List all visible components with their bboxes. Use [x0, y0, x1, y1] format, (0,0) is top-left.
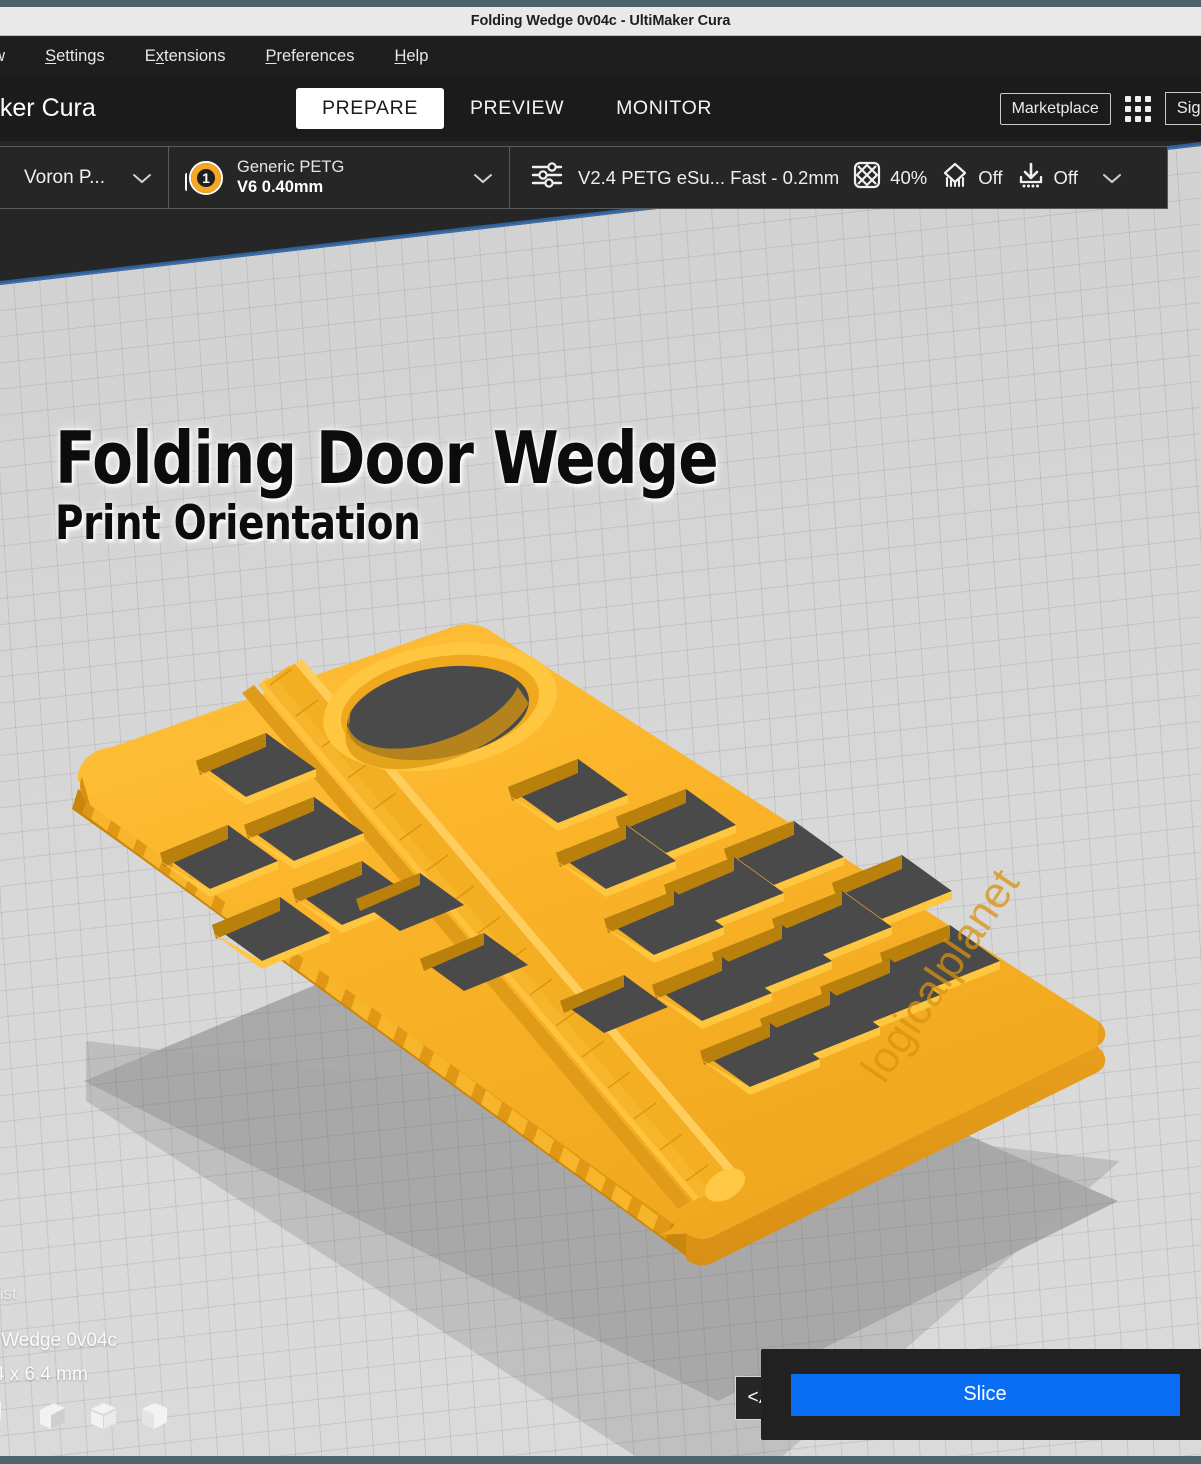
bottom-accent-strip	[0, 1456, 1201, 1464]
infill-value: 40%	[890, 166, 928, 188]
object-list-header: ct list	[0, 1284, 17, 1303]
nozzle-size: V6 0.40mm	[237, 178, 324, 196]
window-titlebar: Folding Wedge 0v04c - UltiMaker Cura	[0, 7, 1201, 36]
application-header: aker Cura PREPARE PREVIEW MONITOR Market…	[0, 76, 1201, 141]
build-plate-viewport[interactable]: logicalplanet Folding Door Wedge Print O…	[0, 141, 1201, 1464]
tab-preview[interactable]: PREVIEW	[444, 88, 590, 129]
extruder-1-icon: 1	[185, 160, 223, 195]
top-accent-strip	[0, 0, 1201, 7]
menu-item-preferences[interactable]: Preferences	[265, 43, 354, 70]
window-title: Folding Wedge 0v04c - UltiMaker Cura	[470, 13, 731, 29]
printer-selector[interactable]: Voron P...	[0, 146, 169, 209]
tab-preview-label: PREVIEW	[469, 97, 565, 119]
action-panel: Slice	[761, 1349, 1201, 1440]
print-settings-selector[interactable]: V2.4 PETG eSu... Fast - 0.2mm 40% Off Of…	[509, 146, 1168, 209]
support-value: Off	[978, 166, 1003, 188]
menu-item-help-label: Help	[394, 46, 429, 65]
apps-grid-icon[interactable]	[1124, 95, 1151, 122]
chevron-down-icon-material	[473, 172, 493, 184]
infill-metric: 40%	[853, 161, 927, 194]
chevron-down-icon-profile	[1102, 172, 1122, 184]
object-list-item-name[interactable]: ding Wedge 0v04c	[0, 1330, 117, 1352]
material-info: 1 Generic PETG V6 0.40mm	[185, 158, 344, 197]
cube-view-icon-1[interactable]	[35, 1399, 69, 1438]
menu-item-help[interactable]: Help	[394, 43, 428, 70]
tab-monitor[interactable]: MONITOR	[590, 88, 738, 129]
cube-view-icon-3[interactable]	[137, 1399, 171, 1438]
header-right-controls: Marketplace Sign i	[999, 92, 1201, 125]
menu-item-extensions[interactable]: Extensions	[145, 43, 226, 70]
menu-item-preferences-label: Preferences	[265, 46, 355, 65]
adhesion-value: Off	[1053, 166, 1078, 188]
menu-item-extensions-label: Extensions	[144, 46, 226, 65]
menu-item-view[interactable]: ew	[0, 43, 5, 70]
extruder-number: 1	[202, 169, 210, 186]
cura-application-window: Folding Wedge 0v04c - UltiMaker Cura ew …	[0, 0, 1201, 1464]
adhesion-metric: Off	[1017, 161, 1078, 194]
printer-name: Voron P...	[24, 166, 105, 188]
menu-item-view-label: ew	[0, 47, 5, 65]
slice-button[interactable]: Slice	[790, 1373, 1180, 1416]
tab-prepare-label: PREPARE	[322, 97, 418, 119]
marketplace-button[interactable]: Marketplace	[999, 92, 1111, 125]
chevron-down-icon	[132, 172, 152, 184]
cube-view-icon-2[interactable]	[86, 1399, 120, 1438]
tab-monitor-label: MONITOR	[616, 97, 713, 119]
object-list-panel: ct list ding Wedge 0v04c 8.4 x 6.4 mm	[0, 1284, 117, 1386]
menubar: ew Settings Extensions Preferences Help	[0, 36, 1201, 76]
view-tool-icons	[0, 1399, 171, 1438]
material-name: Generic PETG	[237, 158, 345, 176]
tab-prepare[interactable]: PREPARE	[296, 88, 444, 129]
cube-view-icon-partial[interactable]	[0, 1399, 18, 1438]
infill-icon	[853, 161, 881, 194]
menu-item-settings-label: Settings	[45, 46, 105, 65]
stage-tabs: PREPARE PREVIEW MONITOR	[296, 88, 738, 129]
configuration-bar: Voron P... 1 Generic PETG V6 0.40mm V2.4…	[0, 146, 1168, 209]
adhesion-icon	[1017, 161, 1045, 194]
build-plate	[0, 141, 1201, 1464]
sliders-icon	[530, 160, 564, 195]
object-list-item-dimensions: 8.4 x 6.4 mm	[0, 1364, 88, 1385]
sign-in-button[interactable]: Sign i	[1164, 92, 1201, 125]
material-selector[interactable]: 1 Generic PETG V6 0.40mm	[168, 146, 510, 209]
menu-item-settings[interactable]: Settings	[45, 43, 105, 70]
support-icon	[941, 161, 969, 194]
app-logo-text: aker Cura	[0, 94, 96, 122]
support-metric: Off	[941, 161, 1003, 194]
material-labels: Generic PETG V6 0.40mm	[237, 158, 344, 197]
profile-name: V2.4 PETG eSu... Fast - 0.2mm	[578, 166, 840, 188]
